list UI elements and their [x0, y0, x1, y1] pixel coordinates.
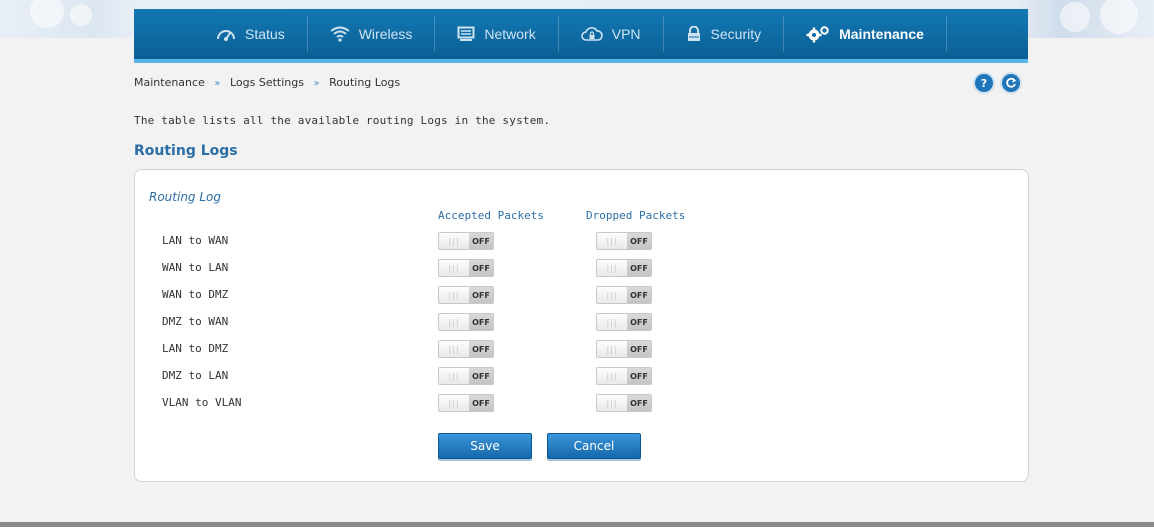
- accepted-toggle[interactable]: ||| OFF: [438, 259, 494, 277]
- toggle-state: OFF: [469, 260, 493, 276]
- toggle-grip: |||: [448, 290, 460, 300]
- dropped-toggle[interactable]: ||| OFF: [596, 367, 652, 385]
- row-label: LAN to DMZ: [162, 342, 229, 355]
- row-label: WAN to LAN: [162, 261, 229, 274]
- monitor-icon: [457, 26, 475, 41]
- nav-label-security: Security: [710, 26, 762, 42]
- refresh-icon: [1006, 77, 1017, 88]
- toggle-grip: |||: [606, 290, 618, 300]
- breadcrumb-separator: »: [214, 78, 221, 89]
- toggle-state: OFF: [469, 341, 493, 357]
- toggle-state: OFF: [469, 314, 493, 330]
- footer-divider: [0, 522, 1154, 527]
- nav-item-vpn[interactable]: VPN: [559, 16, 664, 52]
- toggle-grip: |||: [448, 371, 460, 381]
- accepted-toggle[interactable]: ||| OFF: [438, 367, 494, 385]
- gears-icon: [806, 26, 829, 43]
- toggle-grip: |||: [606, 263, 618, 273]
- dropped-toggle[interactable]: ||| OFF: [596, 313, 652, 331]
- dropped-toggle[interactable]: ||| OFF: [596, 286, 652, 304]
- toggle-state: OFF: [469, 368, 493, 384]
- nav-item-security[interactable]: Security: [664, 16, 785, 52]
- nav-label-network: Network: [484, 26, 536, 42]
- nav-item-status[interactable]: Status: [194, 16, 308, 52]
- dropped-packets-header: Dropped Packets: [586, 209, 686, 222]
- row-label: DMZ to WAN: [162, 315, 229, 328]
- routing-log-panel: Routing Log Accepted Packets Dropped Pac…: [134, 169, 1029, 482]
- accepted-packets-header: Accepted Packets: [438, 209, 544, 222]
- nav-label-wireless: Wireless: [358, 26, 413, 42]
- row-label: DMZ to LAN: [162, 369, 229, 382]
- cancel-button[interactable]: Cancel: [547, 433, 641, 459]
- toggle-state: OFF: [469, 233, 493, 249]
- wifi-icon: [330, 26, 350, 42]
- section-title: Routing Logs: [134, 143, 238, 159]
- toggle-grip: |||: [448, 236, 460, 246]
- accepted-toggle[interactable]: ||| OFF: [438, 232, 494, 250]
- save-button[interactable]: Save: [438, 433, 532, 459]
- toggle-state: OFF: [627, 233, 651, 249]
- toggle-grip: |||: [448, 317, 460, 327]
- table-row: WAN to LAN ||| OFF ||| OFF: [135, 259, 1028, 277]
- breadcrumb-item-maintenance[interactable]: Maintenance: [134, 76, 205, 89]
- toggle-grip: |||: [448, 344, 460, 354]
- dropped-toggle[interactable]: ||| OFF: [596, 232, 652, 250]
- accepted-toggle[interactable]: ||| OFF: [438, 286, 494, 304]
- toggle-state: OFF: [627, 368, 651, 384]
- toggle-grip: |||: [606, 317, 618, 327]
- dashboard-icon: [217, 30, 235, 41]
- toggle-state: OFF: [469, 287, 493, 303]
- toggle-state: OFF: [627, 287, 651, 303]
- toggle-state: OFF: [627, 260, 651, 276]
- dropped-toggle[interactable]: ||| OFF: [596, 259, 652, 277]
- page-description: The table lists all the available routin…: [134, 114, 551, 127]
- toggle-state: OFF: [469, 395, 493, 411]
- accepted-toggle[interactable]: ||| OFF: [438, 340, 494, 358]
- table-row: DMZ to LAN ||| OFF ||| OFF: [135, 367, 1028, 385]
- toggle-grip: |||: [606, 371, 618, 381]
- toggle-grip: |||: [448, 263, 460, 273]
- nav-item-maintenance[interactable]: Maintenance: [784, 16, 947, 52]
- decorative-bubble: [1060, 2, 1090, 32]
- dropped-toggle[interactable]: ||| OFF: [596, 340, 652, 358]
- toggle-grip: |||: [606, 344, 618, 354]
- toggle-grip: |||: [606, 398, 618, 408]
- nav-label-status: Status: [245, 26, 285, 42]
- nav-label-vpn: VPN: [611, 26, 641, 42]
- dropped-toggle[interactable]: ||| OFF: [596, 394, 652, 412]
- table-row: VLAN to VLAN ||| OFF ||| OFF: [135, 394, 1028, 412]
- decorative-bubble: [1100, 0, 1138, 34]
- breadcrumb-item-logs-settings[interactable]: Logs Settings: [230, 76, 304, 89]
- decorative-bubble: [70, 4, 92, 26]
- main-navigation: Status Wireless Network VPN Security Mai…: [134, 9, 1028, 63]
- row-label: VLAN to VLAN: [162, 396, 242, 409]
- breadcrumb-item-routing-logs: Routing Logs: [329, 76, 401, 89]
- help-button[interactable]: ?: [975, 74, 993, 92]
- nav-item-wireless[interactable]: Wireless: [308, 16, 436, 52]
- decorative-bubble: [30, 0, 64, 28]
- nav-item-network[interactable]: Network: [435, 16, 559, 52]
- help-icon: ?: [980, 76, 988, 90]
- cloud-lock-icon: [580, 27, 603, 41]
- table-row: WAN to DMZ ||| OFF ||| OFF: [135, 286, 1028, 304]
- breadcrumb: Maintenance » Logs Settings » Routing Lo…: [134, 76, 400, 89]
- toggle-state: OFF: [627, 341, 651, 357]
- panel-title: Routing Log: [149, 190, 222, 204]
- row-label: LAN to WAN: [162, 234, 229, 247]
- lock-icon: [687, 26, 700, 41]
- table-row: LAN to WAN ||| OFF ||| OFF: [135, 232, 1028, 250]
- toggle-grip: |||: [448, 398, 460, 408]
- table-row: DMZ to WAN ||| OFF ||| OFF: [135, 313, 1028, 331]
- nav-label-maintenance: Maintenance: [839, 26, 924, 42]
- refresh-button[interactable]: [1002, 74, 1020, 92]
- toggle-state: OFF: [627, 395, 651, 411]
- table-row: LAN to DMZ ||| OFF ||| OFF: [135, 340, 1028, 358]
- accepted-toggle[interactable]: ||| OFF: [438, 313, 494, 331]
- row-label: WAN to DMZ: [162, 288, 229, 301]
- breadcrumb-separator: »: [313, 78, 320, 89]
- toggle-grip: |||: [606, 236, 618, 246]
- toggle-state: OFF: [627, 314, 651, 330]
- accepted-toggle[interactable]: ||| OFF: [438, 394, 494, 412]
